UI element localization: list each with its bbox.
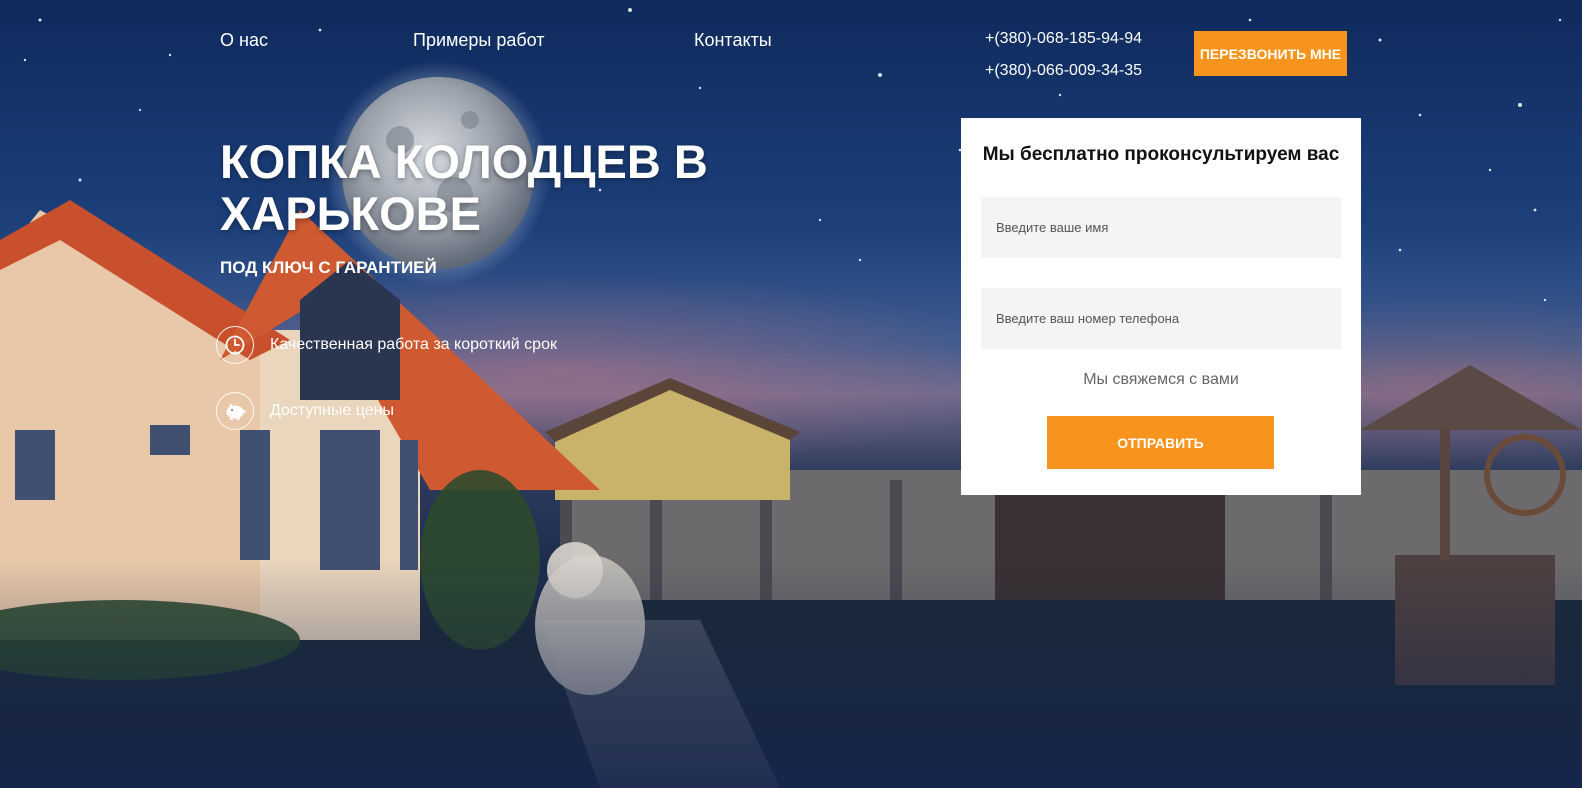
- submit-button[interactable]: ОТПРАВИТЬ: [1047, 416, 1274, 469]
- page-title: КОПКА КОЛОДЦЕВ В ХАРЬКОВЕ: [220, 135, 708, 240]
- consultation-form: Мы бесплатно проконсультируем вас Мы свя…: [961, 118, 1361, 495]
- phone-input[interactable]: [981, 288, 1341, 349]
- callback-button[interactable]: ПЕРЕЗВОНИТЬ МНЕ: [1194, 31, 1347, 76]
- hero-section: О нас Примеры работ Контакты +(380)-068-…: [0, 0, 1582, 788]
- name-input[interactable]: [981, 197, 1341, 258]
- feature-text: Доступные цены: [270, 402, 394, 419]
- hero-subtitle: ПОД КЛЮЧ С ГАРАНТИЕЙ: [220, 258, 437, 277]
- feature-text: Качественная работа за короткий срок: [270, 336, 557, 353]
- form-note: Мы свяжемся с вами: [1083, 371, 1239, 388]
- piggy-bank-icon: [216, 392, 254, 430]
- phone-number-2[interactable]: +(380)-066-009-34-35: [985, 62, 1142, 80]
- nav-link-about[interactable]: О нас: [220, 30, 268, 51]
- well-roof: [1360, 365, 1582, 430]
- form-title: Мы бесплатно проконсультируем вас: [982, 144, 1340, 165]
- feature-item-prices: Доступные цены: [216, 392, 394, 430]
- nav-link-portfolio[interactable]: Примеры работ: [413, 30, 545, 51]
- phone-number-1[interactable]: +(380)-068-185-94-94: [985, 30, 1142, 48]
- clock-icon: [216, 326, 254, 364]
- feature-item-quality: Качественная работа за короткий срок: [216, 326, 557, 364]
- nav-link-contacts[interactable]: Контакты: [694, 30, 772, 51]
